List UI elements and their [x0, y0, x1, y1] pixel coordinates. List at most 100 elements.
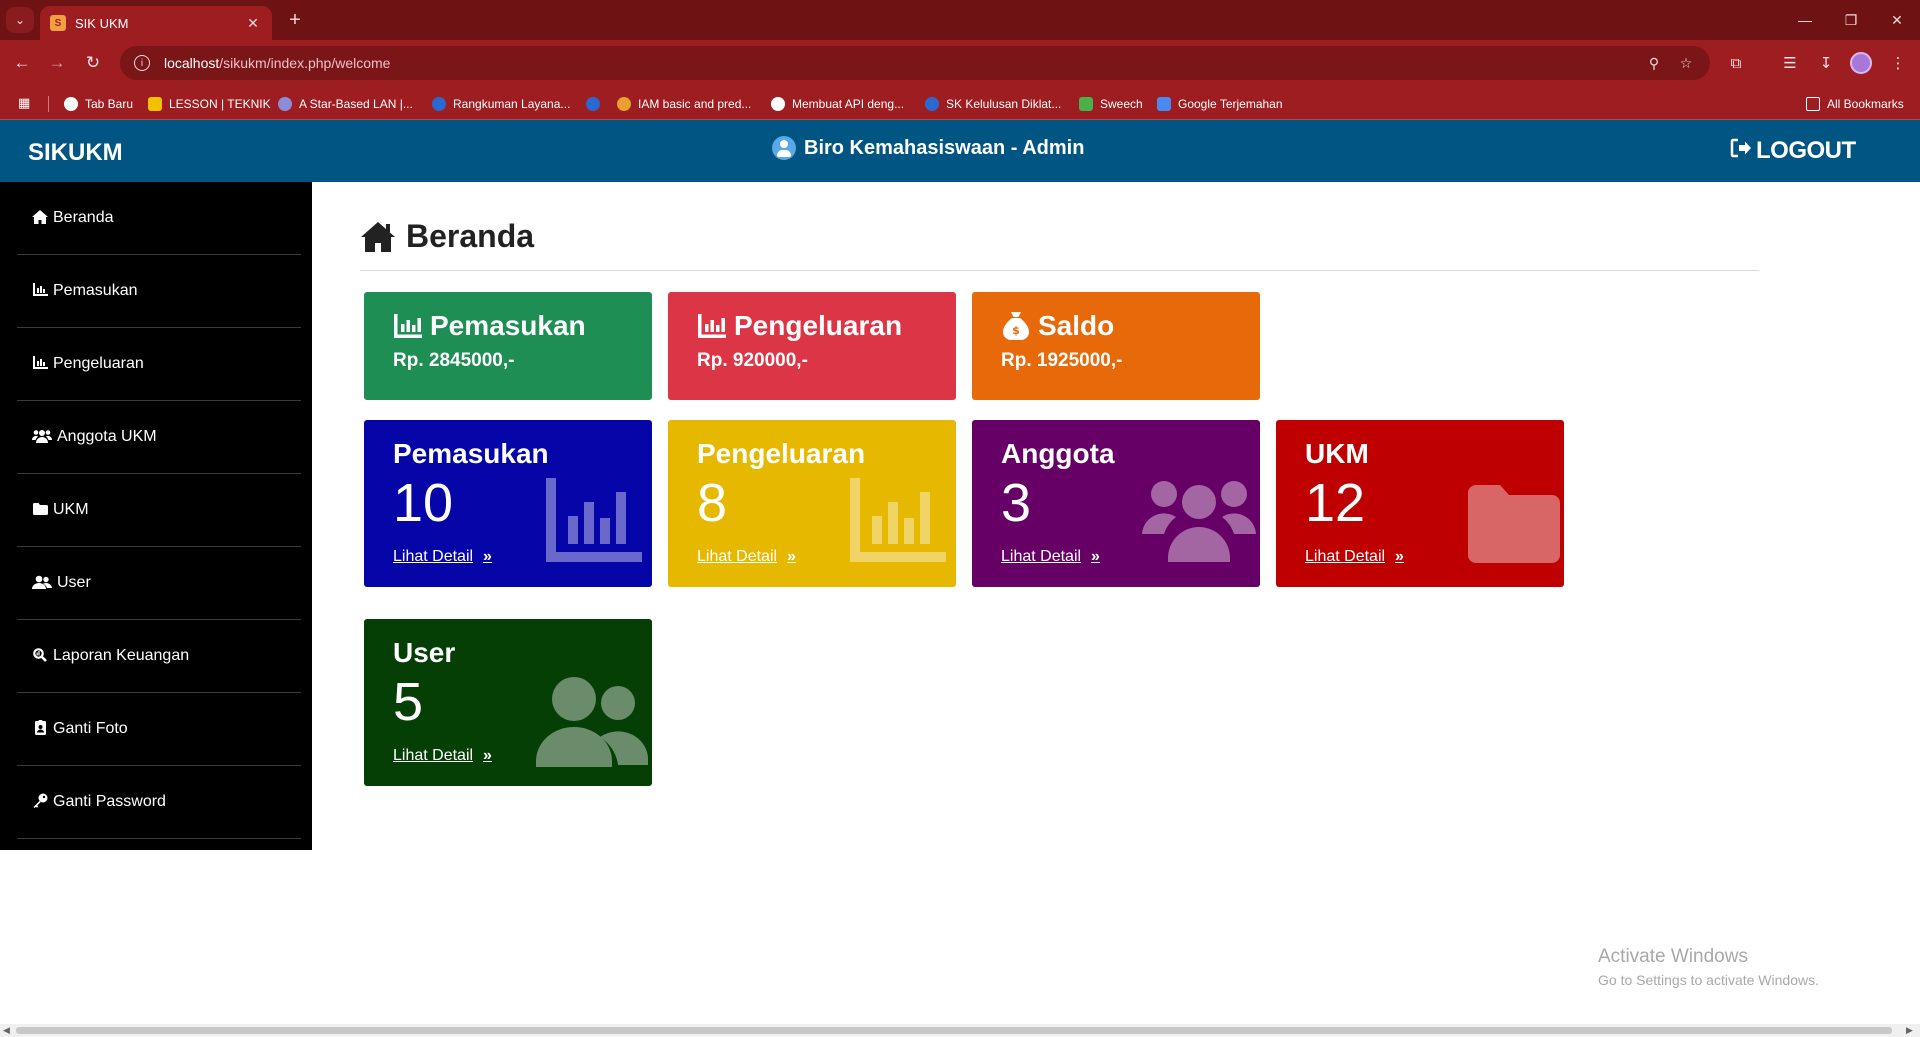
bookmark-item[interactable]: LESSON | TEKNIK	[148, 94, 271, 114]
extensions-icon[interactable]: ⧉	[1724, 51, 1748, 75]
reload-button[interactable]: ↻	[80, 50, 106, 76]
user-name: Biro Kemahasiswaan - Admin	[804, 136, 1085, 159]
browser-tab-active[interactable]: S SIK UKM ✕	[40, 6, 272, 40]
bookmark-item[interactable]: IAM basic and pred...	[617, 94, 751, 114]
bookmark-item[interactable]: Membuat API deng...	[771, 94, 904, 114]
sidebar-item-anggota-ukm[interactable]: Anggota UKM	[17, 401, 301, 474]
users-icon	[31, 429, 53, 446]
site-info-icon[interactable]: i	[134, 55, 150, 71]
bookmark-separator	[48, 96, 49, 112]
bookmark-item[interactable]: Google Terjemahan	[1157, 94, 1283, 114]
summary-value: Rp. 920000,-	[697, 350, 808, 371]
url-path: /sikukm/index.php/welcome	[219, 55, 391, 71]
bookmark-favicon-icon	[64, 97, 78, 111]
user-circle-icon	[772, 136, 796, 160]
folder-icon	[31, 502, 49, 518]
bookmark-item[interactable]	[586, 94, 607, 114]
all-bookmarks-button[interactable]: All Bookmarks	[1806, 94, 1904, 114]
scroll-right-icon[interactable]: ▶	[1906, 1025, 1916, 1036]
restore-button[interactable]: ❐	[1836, 8, 1866, 32]
tab-search-button[interactable]: ⌄	[6, 7, 34, 33]
summary-label: Pemasukan	[430, 310, 586, 341]
bookmark-favicon-icon	[771, 97, 785, 111]
summary-label: Saldo	[1038, 310, 1115, 341]
close-icon[interactable]: ✕	[244, 15, 262, 32]
bookmark-item[interactable]: Rangkuman Layana...	[432, 94, 570, 114]
star-icon[interactable]: ☆	[1676, 53, 1696, 73]
user-group-icon	[31, 575, 53, 592]
kebab-menu-icon[interactable]: ⋮	[1886, 51, 1910, 75]
bookmarks-bar: ▦ Tab Baru LESSON | TEKNIK A Star-Based …	[0, 86, 1920, 120]
restore-icon: ❐	[1844, 11, 1858, 28]
stat-label: User	[393, 637, 456, 668]
sidebar-item-ganti-foto[interactable]: Ganti Foto	[17, 693, 301, 766]
activate-windows-watermark: Activate Windows Go to Settings to activ…	[1598, 946, 1819, 988]
bookmark-item[interactable]: SK Kelulusan Diklat...	[925, 94, 1061, 114]
watermark-title: Activate Windows	[1598, 946, 1748, 967]
bookmark-favicon-icon	[1079, 97, 1093, 111]
sidebar-item-laporan-keuangan[interactable]: Laporan Keuangan	[17, 620, 301, 693]
lihat-detail-link[interactable]: Lihat Detail »	[393, 548, 492, 566]
scroll-left-icon[interactable]: ◀	[3, 1025, 13, 1036]
sidebar-item-label: Beranda	[53, 209, 114, 226]
browser-toolbar: ← → ↻ i localhost/sikukm/index.php/welco…	[0, 40, 1920, 86]
sidebar-item-ganti-password[interactable]: Ganti Password	[17, 766, 301, 839]
plus-icon: +	[289, 8, 301, 31]
close-icon: ✕	[1891, 11, 1903, 28]
app-header: SIKUKM Biro Kemahasiswaan - Admin LOGOUT	[0, 120, 1920, 182]
page-title: Beranda	[360, 218, 534, 255]
watermark-subtitle: Go to Settings to activate Windows.	[1598, 972, 1819, 988]
lihat-detail-link[interactable]: Lihat Detail »	[1001, 548, 1100, 566]
download-icon[interactable]: ↧	[1814, 51, 1838, 75]
bookmark-label: Sweech	[1100, 97, 1143, 111]
home-icon	[360, 221, 396, 253]
summary-value: Rp. 1925000,-	[1001, 350, 1123, 371]
users-icon	[1142, 481, 1256, 562]
minimize-button[interactable]: —	[1790, 8, 1820, 32]
summary-card-saldo: $ Saldo Rp. 1925000,-	[972, 292, 1260, 400]
back-button[interactable]: ←	[9, 50, 35, 76]
title-divider	[360, 270, 1759, 271]
apps-grid-icon[interactable]: ▦	[18, 95, 34, 111]
sidebar-item-user[interactable]: User	[17, 547, 301, 620]
stat-card-pemasukan: Pemasukan 10 Lihat Detail»	[364, 420, 652, 587]
bookmark-favicon-icon	[432, 97, 446, 111]
new-tab-button[interactable]: +	[282, 8, 308, 32]
close-window-button[interactable]: ✕	[1882, 8, 1912, 32]
bookmark-favicon-icon	[278, 97, 292, 111]
logout-button[interactable]: LOGOUT	[1730, 137, 1856, 165]
sidebar-item-beranda[interactable]: Beranda	[17, 182, 301, 255]
bookmark-label: LESSON | TEKNIK	[169, 97, 271, 111]
browser-tab-bar: ⌄ S SIK UKM ✕ + — ❐ ✕	[0, 0, 1920, 40]
bookmark-label: Membuat API deng...	[792, 97, 905, 111]
forward-button[interactable]: →	[44, 50, 70, 76]
sidebar-item-pengeluaran[interactable]: Pengeluaran	[17, 328, 301, 401]
bookmark-item[interactable]: A Star-Based LAN |...	[278, 94, 413, 114]
folder-icon	[1468, 485, 1560, 563]
sidebar-item-label: Pengeluaran	[53, 355, 144, 372]
bookmark-item[interactable]: Tab Baru	[64, 94, 133, 114]
bookmark-label: Tab Baru	[85, 97, 134, 111]
sidebar-item-label: Pemasukan	[53, 282, 138, 299]
profile-avatar[interactable]	[1850, 52, 1872, 74]
link-label: Lihat Detail	[697, 548, 778, 565]
user-group-icon	[536, 677, 648, 767]
sidebar: Beranda Pemasukan Pengeluaran Anggota UK…	[0, 182, 312, 850]
sidebar-item-ukm[interactable]: UKM	[17, 474, 301, 547]
logout-label: LOGOUT	[1756, 137, 1856, 164]
horizontal-scrollbar[interactable]: ◀ ▶	[0, 1024, 1920, 1037]
lihat-detail-link[interactable]: Lihat Detail »	[393, 747, 492, 765]
stat-label: Pengeluaran	[697, 438, 866, 469]
bookmark-favicon-icon	[586, 97, 600, 111]
lihat-detail-link[interactable]: Lihat Detail »	[1305, 548, 1404, 566]
summary-label: Pengeluaran	[734, 310, 903, 341]
media-controls-icon[interactable]: ☰	[1778, 51, 1802, 75]
brand-logo[interactable]: SIKUKM	[28, 139, 123, 167]
lihat-detail-link[interactable]: Lihat Detail »	[697, 548, 796, 566]
scrollbar-thumb[interactable]	[16, 1027, 1892, 1034]
address-bar[interactable]: i localhost/sikukm/index.php/welcome ⚲ ☆	[120, 46, 1710, 80]
bookmark-item[interactable]: Sweech	[1079, 94, 1143, 114]
password-key-icon[interactable]: ⚲	[1644, 53, 1664, 73]
reload-icon: ↻	[85, 53, 101, 72]
sidebar-item-pemasukan[interactable]: Pemasukan	[17, 255, 301, 328]
